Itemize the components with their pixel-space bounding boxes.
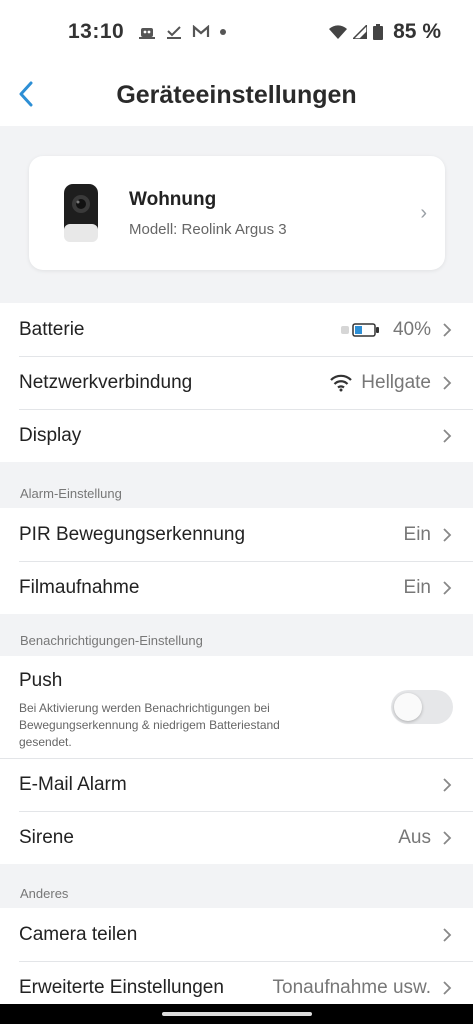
more-notifications-dot-icon xyxy=(220,29,227,35)
row-label: Erweiterte Einstellungen xyxy=(19,976,224,998)
wifi-icon xyxy=(329,25,348,39)
chevron-right-icon xyxy=(443,322,452,337)
page-title: Geräteeinstellungen xyxy=(116,80,357,109)
push-description: Bei Aktivierung werden Benachrichtigunge… xyxy=(19,701,280,749)
push-row: Push Bei Aktivierung werden Benachrichti… xyxy=(0,656,473,758)
wifi-icon xyxy=(330,374,353,391)
main-settings-section: Batterie 40% Netzwerkverbindung Hellgate… xyxy=(0,303,473,462)
chevron-right-icon xyxy=(443,927,452,942)
device-card[interactable]: Wohnung Modell: Reolink Argus 3 › xyxy=(29,156,445,270)
mail-icon xyxy=(193,25,210,37)
alarm-section: PIR Bewegungserkennung Ein Filmaufnahme … xyxy=(0,508,473,614)
chevron-right-icon: › xyxy=(420,201,427,224)
signal-icon xyxy=(353,25,368,39)
status-time: 13:10 xyxy=(68,20,125,43)
status-battery-percent: 85 % xyxy=(393,20,441,43)
notifications-section: Push Bei Aktivierung werden Benachrichti… xyxy=(0,656,473,864)
pir-row[interactable]: PIR Bewegungserkennung Ein xyxy=(0,508,473,561)
siren-row[interactable]: Sirene Aus xyxy=(0,811,473,864)
row-label: E-Mail Alarm xyxy=(19,774,127,795)
row-label: Filmaufnahme xyxy=(19,576,140,598)
email-alarm-row[interactable]: E-Mail Alarm xyxy=(0,758,473,811)
row-label: Sirene xyxy=(19,826,74,848)
navigation-bar xyxy=(0,1004,473,1024)
battery-icon xyxy=(373,24,384,40)
push-toggle[interactable] xyxy=(391,690,453,724)
row-value: 40% xyxy=(392,318,431,340)
push-label: Push xyxy=(19,670,63,691)
home-gesture-handle[interactable] xyxy=(161,1012,312,1016)
toggle-knob xyxy=(394,693,422,721)
battery-level-icon xyxy=(340,322,381,338)
back-button[interactable] xyxy=(6,74,46,114)
row-label: Display xyxy=(19,424,82,446)
battery-row[interactable]: Batterie 40% xyxy=(0,303,473,356)
chevron-right-icon xyxy=(443,527,452,542)
device-model: Modell: Reolink Argus 3 xyxy=(129,220,287,238)
row-label: Netzwerkverbindung xyxy=(19,371,193,393)
task-check-icon xyxy=(167,26,182,39)
app-header: Geräteeinstellungen xyxy=(0,64,473,126)
robot-notification-icon xyxy=(139,28,156,39)
row-value: Ein xyxy=(403,523,431,545)
status-bar: 13:10 85 % xyxy=(0,0,473,64)
row-label: Camera teilen xyxy=(19,923,138,945)
chevron-left-icon xyxy=(19,81,33,107)
device-name: Wohnung xyxy=(129,188,217,210)
network-row[interactable]: Netzwerkverbindung Hellgate xyxy=(0,356,473,409)
display-row[interactable]: Display xyxy=(0,409,473,462)
row-value: Tonaufnahme usw. xyxy=(272,976,431,998)
recording-row[interactable]: Filmaufnahme Ein xyxy=(0,561,473,614)
row-value: Hellgate xyxy=(361,371,431,393)
chevron-right-icon xyxy=(443,830,452,845)
section-title-notifications: Benachrichtigungen-Einstellung xyxy=(20,633,203,648)
other-section: Camera teilen Erweiterte Einstellungen T… xyxy=(0,908,473,1014)
row-value: Ein xyxy=(403,576,431,598)
section-title-alarm: Alarm-Einstellung xyxy=(20,486,122,501)
camera-device-icon xyxy=(64,184,98,242)
row-value: Aus xyxy=(398,826,431,848)
chevron-right-icon xyxy=(443,375,452,390)
row-label: Batterie xyxy=(19,318,85,340)
share-camera-row[interactable]: Camera teilen xyxy=(0,908,473,961)
chevron-right-icon xyxy=(443,778,452,792)
section-title-other: Anderes xyxy=(20,886,69,901)
row-label: PIR Bewegungserkennung xyxy=(19,523,246,545)
chevron-right-icon xyxy=(443,980,452,995)
chevron-right-icon xyxy=(443,428,452,443)
chevron-right-icon xyxy=(443,580,452,595)
